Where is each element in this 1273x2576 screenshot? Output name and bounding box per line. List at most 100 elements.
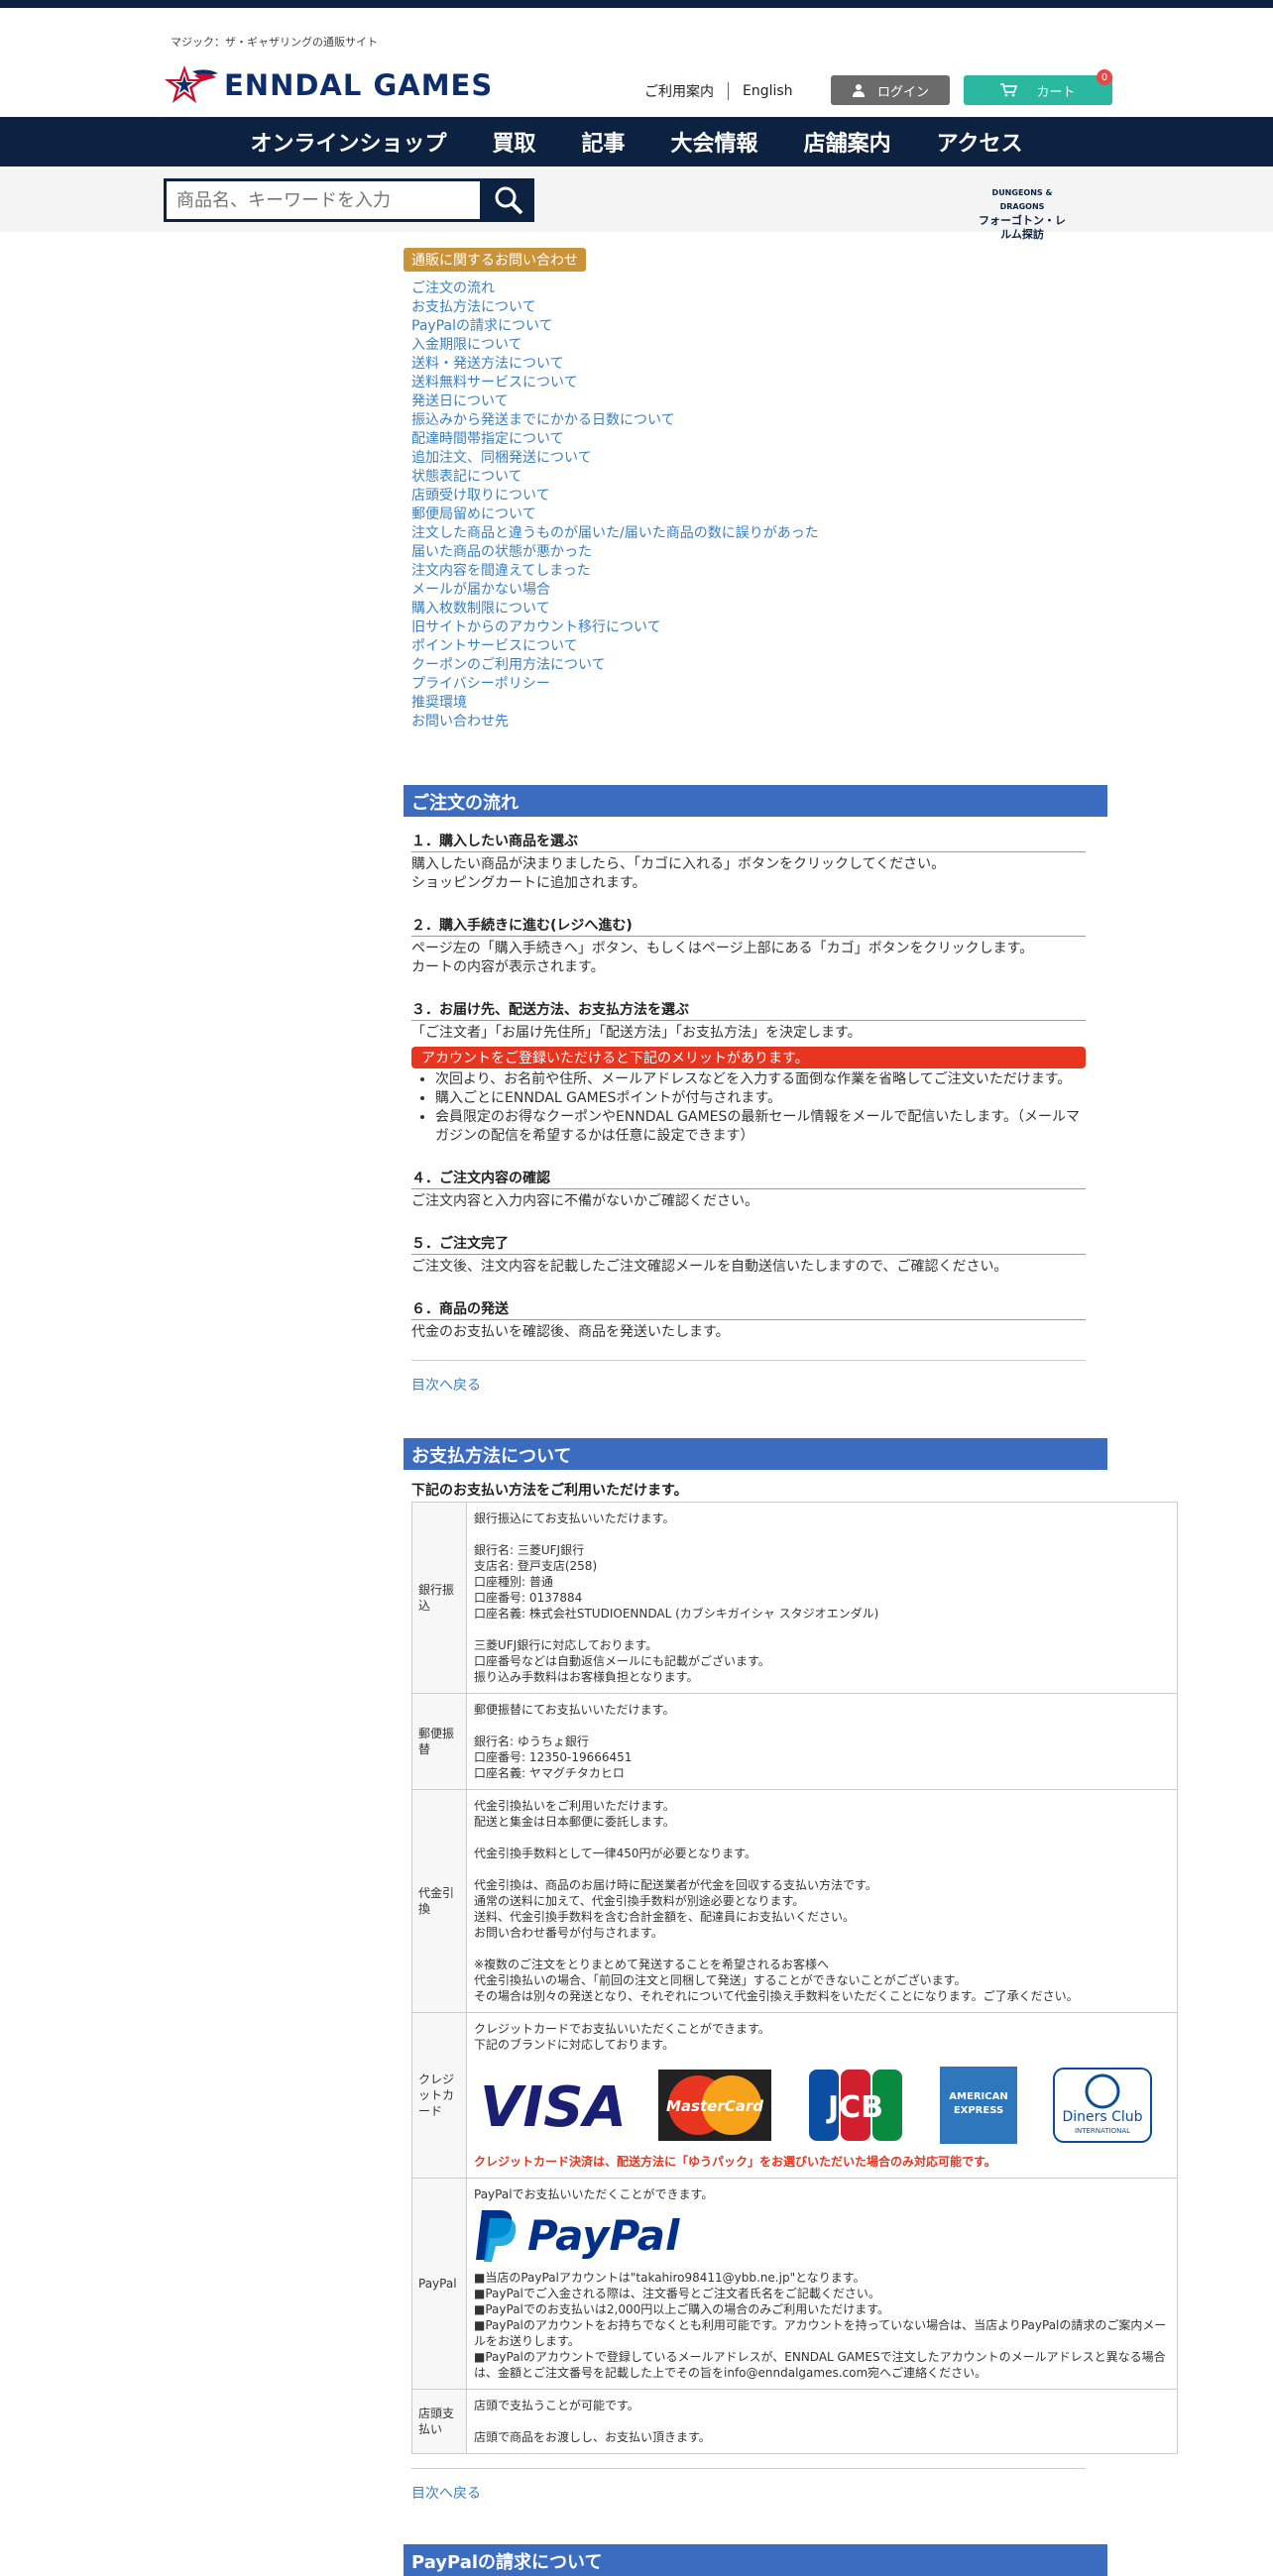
detail-line: 銀行名: 三菱UFJ銀行 xyxy=(474,1543,585,1557)
payment-row-cod: 代金引換 代金引換払いをご利用いただけます。 配送と集金は日本郵便に委託します。代… xyxy=(411,1789,1178,2013)
detail-line xyxy=(474,1526,1170,1542)
section-paypal-billing-heading: PayPalの請求について xyxy=(404,2544,1107,2576)
faq-category-tag: 通販に関するお問い合わせ xyxy=(404,248,586,272)
toc-link[interactable]: ポイントサービスについて xyxy=(411,637,1177,656)
toc-link[interactable]: 推奨環境 xyxy=(411,694,1177,713)
payment-row-store: 店頭支払い 店頭で支払うことが可能です。 店頭で商品をお渡しし、お支払い頂きます。 xyxy=(411,2389,1178,2454)
order-step: ６．商品の発送代金のお支払いを確認後、商品を発送いたします。 xyxy=(411,1298,1086,1342)
user-icon xyxy=(852,84,865,97)
toc-link[interactable]: 購入枚数制限について xyxy=(411,600,1177,618)
toc-link[interactable]: 追加注文、同梱発送について xyxy=(411,449,1177,468)
detail-line xyxy=(474,1622,1170,1637)
detail-line: ■PayPalのアカウントをお持ちでなくとも利用可能です。アカウントを持っていな… xyxy=(474,2318,1167,2348)
order-step: ５．ご注文完了 ご注文後、注文内容を記載したご注文確認メールを自動送信いたしますの… xyxy=(411,1233,1086,1277)
paypal-notes: ■当店のPayPalアカウントは"takahiro98411@ybb.ne.jp… xyxy=(474,2270,1170,2381)
detail-line xyxy=(474,1718,1170,1734)
toc-link[interactable]: 送料・発送方法について xyxy=(411,355,1177,374)
step-title: ６．商品の発送 xyxy=(411,1298,1086,1320)
site-tagline: マジック：ザ・ギャザリングの通販サイト xyxy=(171,36,378,49)
toc-link[interactable]: プライバシーポリシー xyxy=(411,675,1177,694)
dnd-banner-top: DUNGEONS & DRAGONS xyxy=(991,188,1053,211)
amex-text: AMERICAN EXPRESS xyxy=(949,2091,1008,2116)
toc-link[interactable]: 注文した商品と違うものが届いた/届いた商品の数に誤りがあった xyxy=(411,524,1177,543)
toc-link[interactable]: お支払方法について xyxy=(411,298,1177,317)
payment-intro: 下記のお支払い方法をご利用いただけます。 xyxy=(411,1483,688,1499)
detail-line: ■当店のPayPalアカウントは"takahiro98411@ybb.ne.jp… xyxy=(474,2271,866,2285)
payment-details: PayPalでお支払いいただくことができます。 PayPal ■当店のPayPa… xyxy=(466,2178,1178,2390)
detail-line: 口座番号: 12350-19666451 xyxy=(474,1750,633,1764)
payment-row-paypal: PayPal PayPalでお支払いいただくことができます。 PayPal ■当… xyxy=(411,2178,1178,2390)
dnd-banner[interactable]: DUNGEONS & DRAGONS フォーゴトン・レルム探訪 xyxy=(977,186,1068,241)
order-step: ３．お届け先、配送方法、お支払方法を選ぶ 「ご注文者」「お届け先住所」「配送方法」… xyxy=(411,999,1086,1146)
step-text: ページ左の「購入手続きへ」ボタン、もしくはページ上部にある「カゴ」ボタンをクリッ… xyxy=(411,941,1034,956)
detail-line: 店頭で商品をお渡しし、お支払い頂きます。 xyxy=(474,2430,711,2444)
back-to-toc-link[interactable]: 目次へ戻る xyxy=(411,1375,1177,1395)
paypal-intro: PayPalでお支払いいただくことができます。 xyxy=(474,2187,714,2201)
toc-link[interactable]: 入金期限について xyxy=(411,336,1177,355)
toc-link[interactable]: 旧サイトからのアカウント移行について xyxy=(411,618,1177,637)
login-button[interactable]: ログイン xyxy=(831,75,950,105)
amex-logo-icon: AMERICAN EXPRESS xyxy=(940,2067,1017,2144)
toc-link[interactable]: 振込みから発送までにかかる日数について xyxy=(411,411,1177,430)
detail-line: ■PayPalでご入金される際は、注文番号とご注文者氏名をご記載ください。 xyxy=(474,2287,880,2300)
toc-link[interactable]: 状態表記について xyxy=(411,468,1177,487)
toc-link[interactable]: 送料無料サービスについて xyxy=(411,374,1177,392)
cart-count-badge: 0 xyxy=(1097,69,1112,85)
detail-line: 口座名義: 株式会社STUDIOENNDAL (カブシキガイシャ スタジオエンダ… xyxy=(474,1607,879,1621)
english-link[interactable]: English xyxy=(743,83,793,99)
order-step: １．購入したい商品を選ぶ 購入したい商品が決まりましたら、「カゴに入れる」ボタンを… xyxy=(411,831,1086,893)
detail-line: 口座名義: ヤマグチタカヒロ xyxy=(474,1766,625,1780)
cart-button[interactable]: カート xyxy=(964,75,1112,105)
payment-label: 銀行振込 xyxy=(411,1502,467,1694)
nav-access[interactable]: アクセス xyxy=(937,126,1023,158)
nav-buyback[interactable]: 買取 xyxy=(493,126,536,158)
toc-link[interactable]: ご注文の流れ xyxy=(411,280,1177,298)
detail-line: 口座番号: 0137884 xyxy=(474,1591,583,1605)
main-nav: オンラインショップ 買取 記事 大会情報 店舗案内 アクセス xyxy=(0,117,1273,167)
site-logo[interactable]: ENNDAL GAMES xyxy=(163,63,493,107)
visa-text: VISA xyxy=(480,2075,623,2140)
search-input[interactable] xyxy=(167,181,484,219)
header-links: ご利用案内 English xyxy=(644,81,793,101)
toc-link[interactable]: 届いた商品の状態が悪かった xyxy=(411,543,1177,562)
jcb-logo-icon: JCB xyxy=(809,2070,902,2141)
detail-line: その場合は別々の発送となり、それぞれについて代金引換え手数料をいただくことになり… xyxy=(474,1989,1079,2003)
guide-link[interactable]: ご利用案内 xyxy=(644,81,714,101)
detail-line: ■PayPalのアカウントで登録しているメールアドレスが、ENNDAL GAME… xyxy=(474,2350,1166,2380)
merit-item: 会員限定のお得なクーポンやENNDAL GAMESの最新セール情報をメールで配信… xyxy=(435,1108,1086,1146)
order-step: ４．ご注文内容の確認 ご注文内容と入力内容に不備がないかご確認ください。 xyxy=(411,1168,1086,1211)
nav-events[interactable]: 大会情報 xyxy=(671,126,758,158)
payment-row-postal: 郵便振替 郵便振替にてお支払いいただけます。 銀行名: ゆうちょ銀行 口座番号: 1… xyxy=(411,1693,1178,1790)
detail-line: 振り込み手数料はお客様負担となります。 xyxy=(474,1670,699,1684)
cart-label: カート xyxy=(1036,84,1076,100)
toc-link[interactable]: 郵便局留めについて xyxy=(411,505,1177,524)
diners-sub-text: INTERNATIONAL xyxy=(1075,2127,1130,2135)
toc-link[interactable]: 注文内容を間違えてしまった xyxy=(411,562,1177,581)
toc-link[interactable]: クーポンのご利用方法について xyxy=(411,656,1177,675)
detail-line: 店頭で支払うことが可能です。 xyxy=(474,2399,639,2412)
back-to-toc-link-2[interactable]: 目次へ戻る xyxy=(411,2483,1177,2503)
detail-line xyxy=(474,1830,1170,1846)
toc-link[interactable]: 配達時間帯指定について xyxy=(411,430,1177,449)
search-button[interactable] xyxy=(483,178,534,222)
payment-row-credit: クレジットカード クレジットカードでお支払いいただくことができます。 下記のブラン… xyxy=(411,2012,1178,2179)
toc-link[interactable]: メールが届かない場合 xyxy=(411,581,1177,600)
step-text: 購入したい商品が決まりましたら、「カゴに入れる」ボタンをクリックしてください。 xyxy=(411,856,946,872)
nav-articles[interactable]: 記事 xyxy=(582,126,626,158)
detail-line: 代金引換払いをご利用いただけます。 xyxy=(474,1799,675,1813)
payment-details: 代金引換払いをご利用いただけます。 配送と集金は日本郵便に委託します。 代金引換手数… xyxy=(466,1789,1178,2013)
order-steps: １．購入したい商品を選ぶ 購入したい商品が決まりましたら、「カゴに入れる」ボタンを… xyxy=(404,831,1177,1342)
toc-link[interactable]: 店頭受け取りについて xyxy=(411,487,1177,505)
toc-link[interactable]: PayPalの請求について xyxy=(411,317,1177,336)
payment-label: 代金引換 xyxy=(411,1789,467,2013)
nav-online-shop[interactable]: オンラインショップ xyxy=(251,126,447,158)
detail-line xyxy=(474,2413,1170,2429)
toc-link[interactable]: 発送日について xyxy=(411,392,1177,411)
toc-link[interactable]: お問い合わせ先 xyxy=(411,713,1177,731)
merit-list: 次回より、お名前や住所、メールアドレスなどを入力する面倒な作業を省略してご注文い… xyxy=(411,1070,1086,1146)
nav-stores[interactable]: 店舗案内 xyxy=(804,126,891,158)
step-text: 代金のお支払いを確認後、商品を発送いたします。 xyxy=(411,1324,730,1340)
detail-line: クレジットカードでお支払いいただくことができます。 xyxy=(474,2022,770,2036)
paypal-logo-text: PayPal xyxy=(527,2211,680,2260)
search-box xyxy=(164,178,484,222)
